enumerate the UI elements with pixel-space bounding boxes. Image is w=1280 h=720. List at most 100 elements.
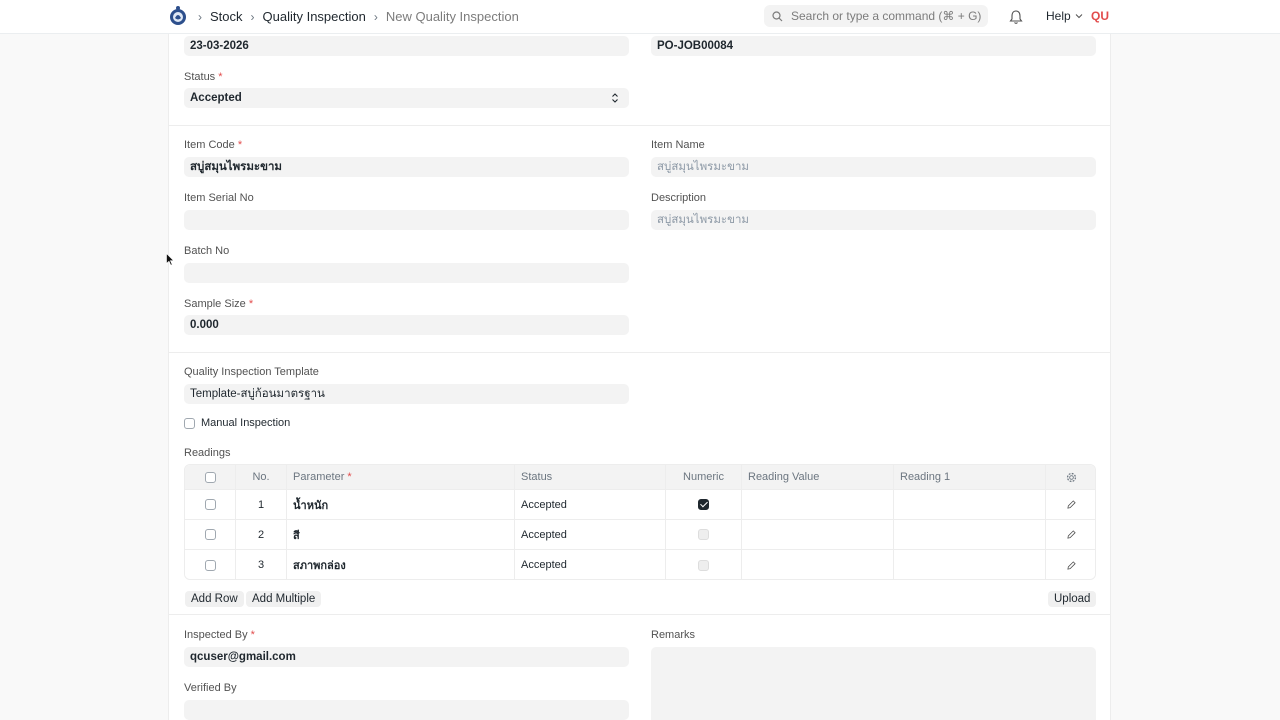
row-edit-cell: [1046, 550, 1095, 579]
required-mark: *: [237, 139, 243, 151]
required-mark: *: [218, 71, 223, 83]
cell-status[interactable]: Accepted: [515, 520, 666, 549]
cell-status[interactable]: Accepted: [515, 550, 666, 579]
cell-numeric: [666, 520, 742, 549]
cell-numeric: [666, 490, 742, 519]
section-divider: [169, 614, 1110, 615]
status-label-text: Status: [184, 71, 216, 83]
numeric-checkbox[interactable]: [698, 499, 709, 510]
item-code-label: Item Code *: [184, 139, 242, 151]
header-status: Status: [515, 465, 666, 489]
section-divider: [169, 352, 1110, 353]
select-all-checkbox[interactable]: [204, 471, 216, 483]
template-label: Quality Inspection Template: [184, 366, 319, 378]
batch-no-label: Batch No: [184, 245, 230, 257]
search-input[interactable]: Search or type a command (⌘ + G): [764, 5, 988, 27]
header-parameter: Parameter *: [287, 465, 515, 489]
item-serial-label: Item Serial No: [184, 192, 254, 204]
section-divider: [169, 125, 1110, 126]
add-row-button[interactable]: Add Row: [185, 591, 244, 607]
sample-size-label-text: Sample Size: [184, 298, 246, 310]
manual-inspection-checkbox[interactable]: [184, 418, 195, 429]
manual-inspection-label: Manual Inspection: [201, 417, 291, 429]
row-checkbox[interactable]: [204, 499, 216, 510]
description-label: Description: [651, 192, 707, 204]
header-no: No.: [236, 465, 287, 489]
search-placeholder: Search or type a command (⌘ + G): [791, 9, 982, 23]
inspected-by-field[interactable]: qcuser@gmail.com: [184, 647, 629, 667]
item-name-field: สบู่สมุนไพรมะขาม: [651, 157, 1096, 177]
description-field: สบู่สมุนไพรมะขาม: [651, 210, 1096, 230]
required-mark: *: [248, 298, 254, 310]
cell-reading-1[interactable]: [894, 490, 1046, 519]
status-label: Status *: [184, 71, 223, 83]
table-row[interactable]: 2 สี Accepted: [185, 520, 1095, 550]
numeric-checkbox[interactable]: [698, 529, 709, 540]
header-numeric: Numeric: [666, 465, 742, 489]
form-page: 23-03-2026 PO-JOB00084 Status * Accepted…: [168, 34, 1111, 720]
required-mark: *: [250, 629, 255, 641]
readings-label: Readings: [184, 447, 231, 459]
sample-size-label: Sample Size *: [184, 298, 253, 310]
breadcrumb-quality-inspection[interactable]: Quality Inspection: [263, 9, 366, 24]
status-select[interactable]: Accepted: [184, 88, 629, 108]
cell-reading-value[interactable]: [742, 490, 894, 519]
breadcrumb-stock[interactable]: Stock: [210, 9, 243, 24]
cell-reading-value[interactable]: [742, 520, 894, 549]
avatar[interactable]: QU: [1091, 9, 1109, 23]
row-edit-cell: [1046, 520, 1095, 549]
help-dropdown[interactable]: Help: [1046, 9, 1083, 23]
pencil-icon[interactable]: [1067, 500, 1076, 509]
reference-name-field[interactable]: PO-JOB00084: [651, 36, 1096, 56]
verified-by-label: Verified By: [184, 682, 237, 694]
bell-icon[interactable]: [1009, 9, 1023, 25]
chevron-right-icon: ›: [373, 9, 378, 24]
cell-parameter[interactable]: สี: [287, 520, 515, 549]
template-field[interactable]: Template-สบู่ก้อนมาตรฐาน: [184, 384, 629, 404]
cell-parameter[interactable]: น้ำหนัก: [287, 490, 515, 519]
add-multiple-button[interactable]: Add Multiple: [246, 591, 322, 607]
chevron-right-icon: ›: [198, 9, 202, 24]
table-row[interactable]: 3 สภาพกล่อง Accepted: [185, 550, 1095, 579]
numeric-checkbox[interactable]: [698, 559, 709, 571]
row-select-cell: [185, 550, 236, 579]
row-checkbox[interactable]: [204, 559, 216, 571]
inspected-by-label: Inspected By *: [184, 629, 255, 641]
pencil-icon[interactable]: [1067, 530, 1076, 539]
gear-icon[interactable]: [1066, 472, 1077, 483]
verified-by-field[interactable]: [184, 700, 629, 720]
cell-parameter[interactable]: สภาพกล่อง: [287, 550, 515, 579]
search-icon: [772, 10, 783, 21]
inspected-by-label-text: Inspected By: [184, 629, 248, 641]
header-reading-1: Reading 1: [894, 465, 1046, 489]
status-select-value: Accepted: [190, 92, 242, 104]
report-date-field[interactable]: 23-03-2026: [184, 36, 629, 56]
chevron-right-icon: ›: [250, 9, 255, 24]
cell-no: 3: [236, 550, 287, 579]
cell-reading-value[interactable]: [742, 550, 894, 579]
remarks-label: Remarks: [651, 629, 696, 641]
row-select-cell: [185, 490, 236, 519]
cell-no: 1: [236, 490, 287, 519]
cell-reading-1[interactable]: [894, 520, 1046, 549]
table-header: No. Parameter * Status Numeric Reading V…: [185, 465, 1095, 490]
cell-numeric: [666, 550, 742, 579]
navbar: › Stock › Quality Inspection › New Quali…: [0, 0, 1280, 34]
cell-status[interactable]: Accepted: [515, 490, 666, 519]
readings-table: No. Parameter * Status Numeric Reading V…: [184, 464, 1096, 580]
pencil-icon[interactable]: [1067, 560, 1076, 570]
remarks-textarea[interactable]: [651, 647, 1096, 720]
row-checkbox[interactable]: [204, 529, 216, 540]
row-select-cell: [185, 520, 236, 549]
item-code-field[interactable]: สบู่สมุนไพรมะขาม: [184, 157, 629, 177]
cell-no: 2: [236, 520, 287, 549]
cell-reading-1[interactable]: [894, 550, 1046, 579]
table-row[interactable]: 1 น้ำหนัก Accepted: [185, 490, 1095, 520]
app-logo-icon[interactable]: [169, 5, 187, 27]
select-arrows-icon: [612, 93, 618, 103]
breadcrumb-current: New Quality Inspection: [385, 9, 519, 24]
batch-no-field[interactable]: [184, 263, 629, 283]
item-serial-field[interactable]: [184, 210, 629, 230]
sample-size-field[interactable]: 0.000: [184, 315, 629, 335]
upload-button[interactable]: Upload: [1048, 591, 1097, 607]
